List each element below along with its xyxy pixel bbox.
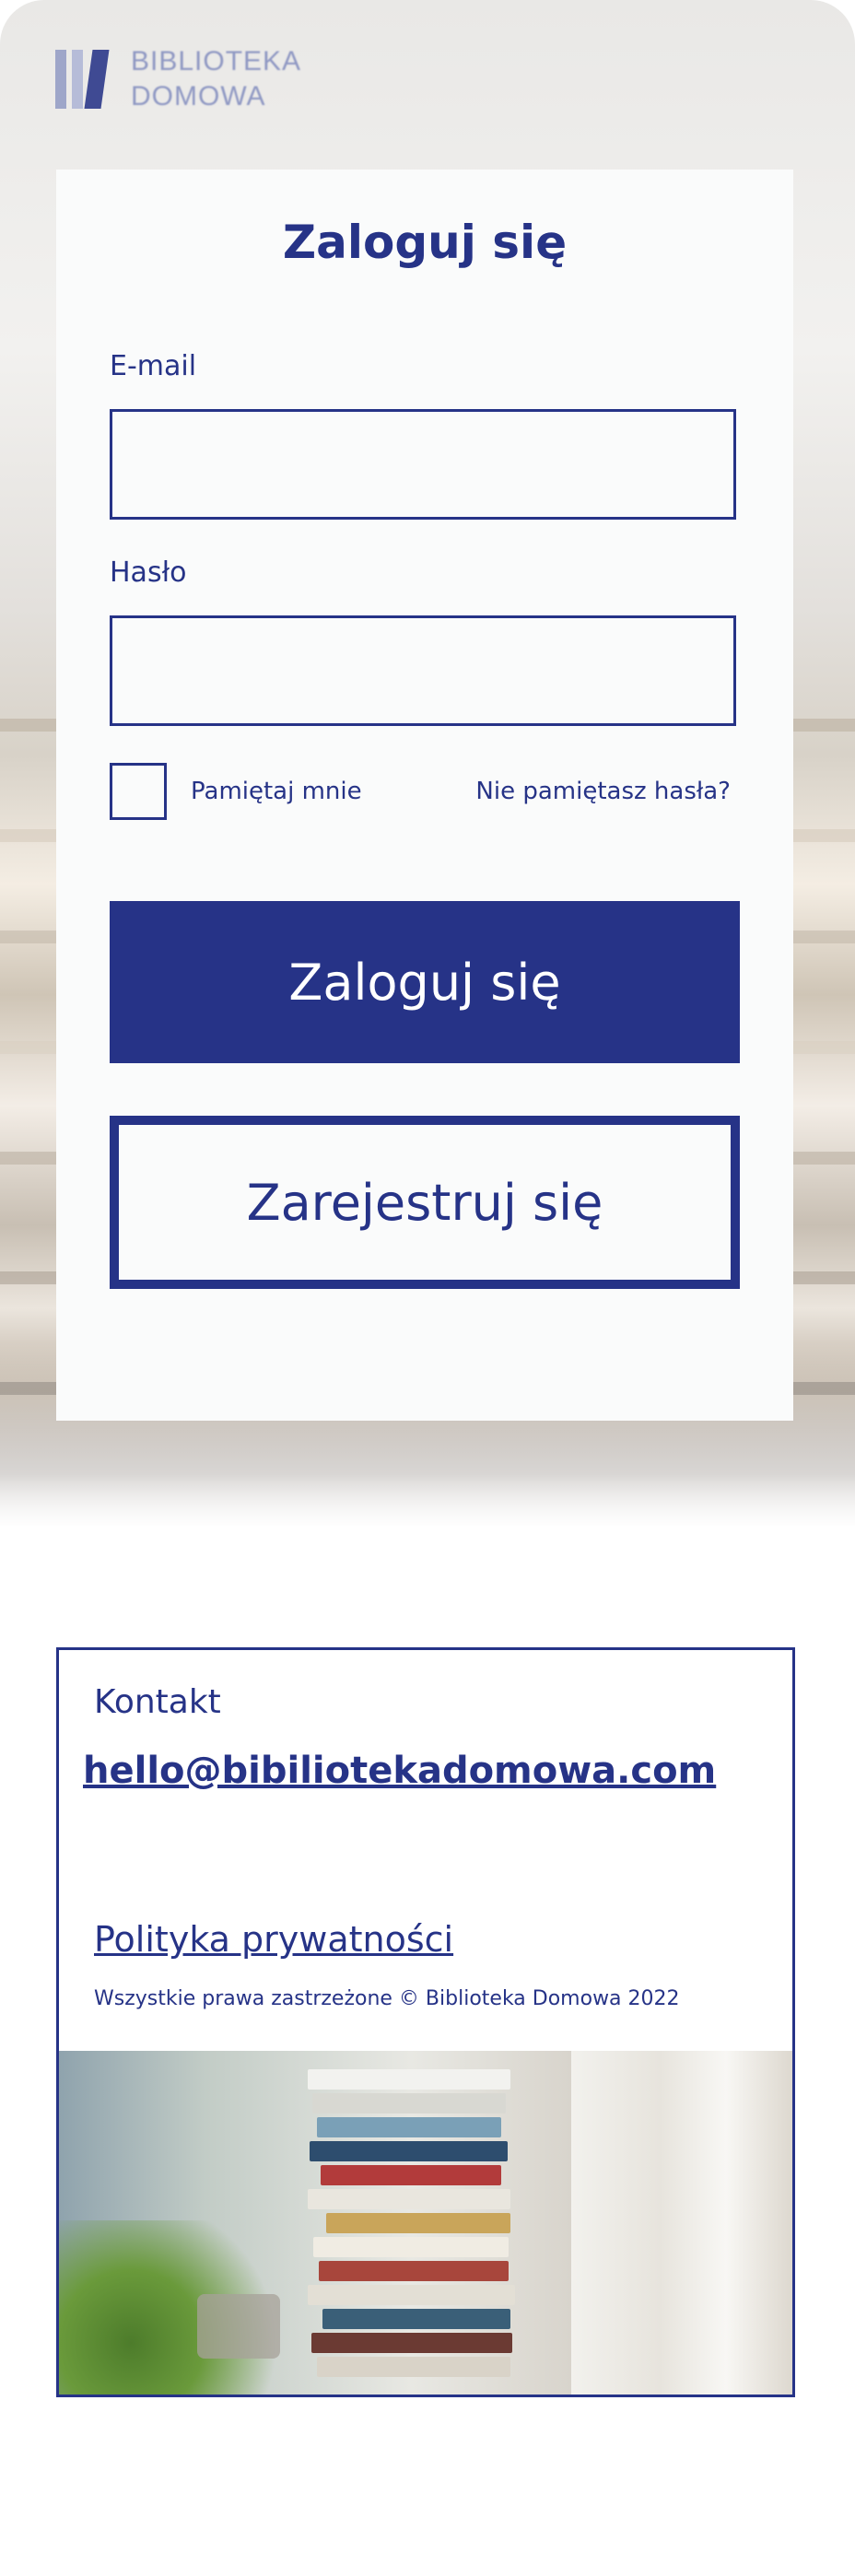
brand-name-line1: BIBLIOTEKA xyxy=(131,46,302,76)
privacy-policy-link[interactable]: Polityka prywatności xyxy=(94,1919,453,1960)
book-image xyxy=(310,2141,508,2161)
remember-me-checkbox[interactable] xyxy=(110,763,167,820)
email-field[interactable] xyxy=(110,409,736,520)
footer: Kontakt hello@bibiliotekadomowa.com Poli… xyxy=(56,1647,795,2397)
book-image xyxy=(326,2213,510,2233)
book-image xyxy=(322,2309,510,2329)
contact-label: Kontakt xyxy=(94,1683,221,1721)
remember-me-label[interactable]: Pamiętaj mnie xyxy=(191,778,362,805)
curtain-image xyxy=(571,2051,792,2395)
copyright-text: Wszystkie prawa zastrzeżone © Biblioteka… xyxy=(94,1987,680,2010)
password-field[interactable] xyxy=(110,615,736,726)
book-image xyxy=(321,2165,501,2185)
book-image xyxy=(317,2357,510,2377)
footer-books-photo xyxy=(59,2051,792,2395)
password-label: Hasło xyxy=(110,556,187,589)
book-image xyxy=(319,2261,509,2281)
logo-mark-icon xyxy=(55,50,116,109)
book-image xyxy=(313,2237,509,2257)
forgot-password-link[interactable]: Nie pamiętasz hasła? xyxy=(475,778,731,805)
login-card: Zaloguj się E-mail Hasło Pamiętaj mnie N… xyxy=(56,170,793,1421)
brand-name: BIBLIOTEKA DOMOWA xyxy=(131,44,301,114)
book-image xyxy=(308,2069,510,2090)
brand-logo[interactable]: BIBLIOTEKA DOMOWA xyxy=(55,44,332,118)
login-button[interactable]: Zaloguj się xyxy=(110,901,740,1063)
brand-name-line2: DOMOWA xyxy=(131,81,266,111)
book-image xyxy=(308,2285,515,2305)
pot-image xyxy=(197,2294,280,2359)
login-title: Zaloguj się xyxy=(282,216,568,269)
register-button[interactable]: Zarejestruj się xyxy=(110,1116,740,1289)
email-label: E-mail xyxy=(110,350,197,382)
book-image xyxy=(308,2189,510,2209)
contact-email-link[interactable]: hello@bibiliotekadomowa.com xyxy=(83,1750,716,1792)
page-frame: BIBLIOTEKA DOMOWA Zaloguj się E-mail Has… xyxy=(0,0,855,2576)
hero-background: BIBLIOTEKA DOMOWA Zaloguj się E-mail Has… xyxy=(0,0,855,1526)
book-image xyxy=(311,2333,512,2353)
book-image xyxy=(312,2093,506,2113)
book-image xyxy=(317,2117,501,2137)
